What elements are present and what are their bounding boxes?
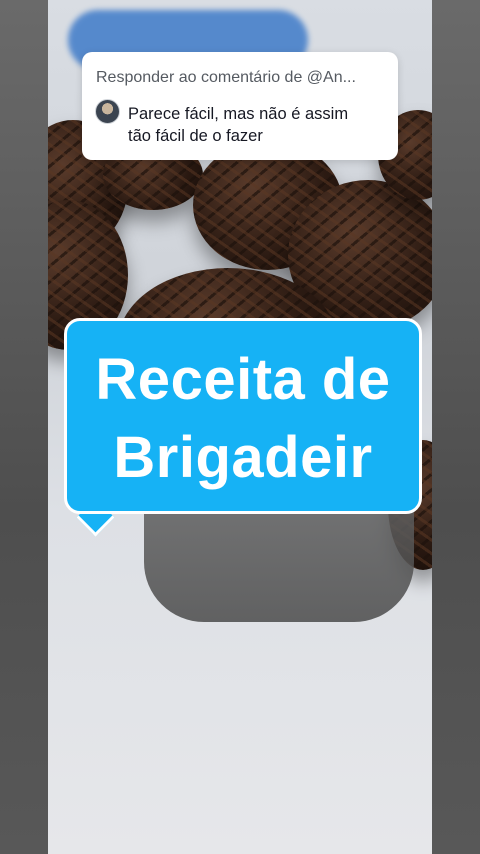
title-line-1: Receita de <box>95 347 391 412</box>
reply-header: Responder ao comentário de @An... <box>96 69 356 86</box>
title-line-2: Brigadeir <box>113 425 373 490</box>
commenter-avatar <box>95 99 120 124</box>
paper-cup <box>144 512 414 622</box>
right-blur-border <box>432 0 480 854</box>
reply-comment-text: Parece fácil, mas não é assim tão fácil … <box>128 103 390 147</box>
title-bubble: Receita de Brigadeir <box>64 318 422 514</box>
comment-line-2: tão fácil de o fazer <box>128 127 263 145</box>
left-blur-border <box>0 0 48 854</box>
comment-line-1: Parece fácil, mas não é assim <box>128 105 349 123</box>
reply-comment-card[interactable]: Responder ao comentário de @An... Parece… <box>82 52 398 160</box>
